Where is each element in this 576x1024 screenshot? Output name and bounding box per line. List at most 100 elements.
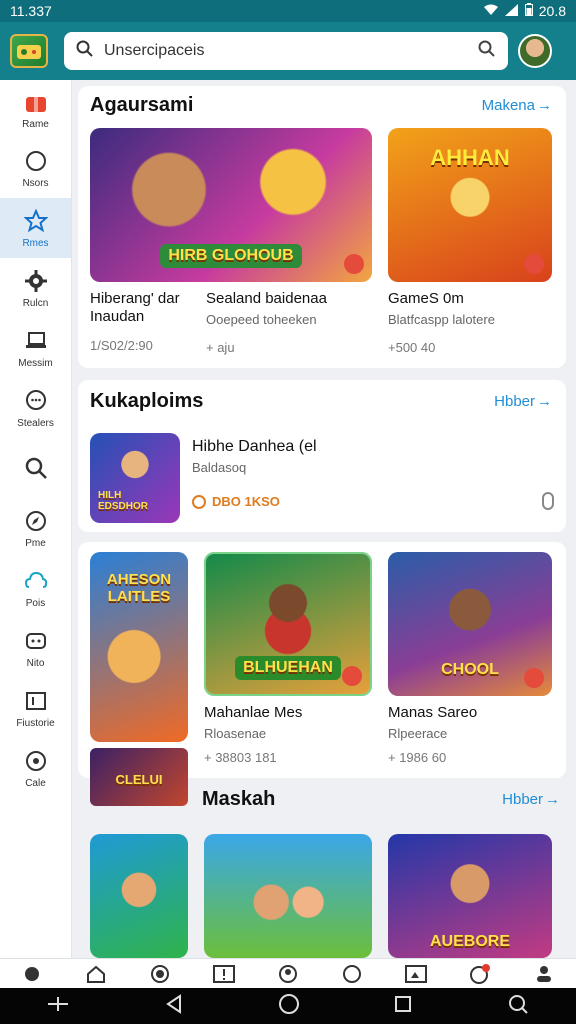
game-card[interactable]: AHHAN GameS 0m Blatfcaspp lalotere +500 … [388, 128, 552, 355]
play-badge-icon [342, 666, 362, 686]
sidebar-item-label: Cale [25, 777, 46, 789]
game-meta: DBO 1KSO [212, 494, 280, 509]
game-meta: + 1986 60 [388, 750, 447, 765]
section-featured: Agaursami Makena → HIRB GLOHOUB Hiberang'… [78, 86, 566, 368]
search-bar[interactable]: Unsercipaceis [64, 32, 508, 70]
sidebar-item-search[interactable] [0, 438, 71, 498]
game-thumbnail[interactable]: AUEBORE [388, 834, 552, 958]
search-input[interactable]: Unsercipaceis [104, 42, 468, 60]
home-icon[interactable] [85, 963, 107, 985]
account-icon[interactable] [533, 963, 555, 985]
record-icon[interactable] [149, 963, 171, 985]
game-card[interactable]: HIRB GLOHOUB Hiberang' dar Inaudan 1/S02… [90, 128, 372, 355]
game-thumbnail[interactable] [204, 834, 372, 958]
game-art-title: AHESON LAITLES [106, 571, 172, 605]
sidebar-item-rame[interactable]: Rame [0, 80, 71, 138]
search-icon[interactable] [478, 40, 496, 63]
alert-icon[interactable] [213, 963, 235, 985]
chat-icon [23, 388, 49, 414]
section-header: Maskah Hbber → [202, 788, 560, 811]
game-thumbnail[interactable]: AHHAN [388, 128, 552, 282]
status-bar: 11.337 20.8 [0, 0, 576, 22]
game-thumbnail[interactable]: AHESON LAITLES [90, 552, 188, 742]
sidebar-item-label: Pois [25, 597, 46, 609]
profile-icon[interactable] [277, 963, 299, 985]
star-icon [23, 208, 49, 234]
game-name: Manas Sareo [388, 704, 478, 721]
section-grid: AHESON LAITLES BLHUEHAN Mahanlae Mes Rlo… [78, 542, 566, 778]
rating-icon [192, 494, 206, 509]
sidebar-item-cale[interactable]: Cale [0, 738, 71, 798]
wifi-icon [483, 3, 499, 19]
laptop-icon [23, 328, 49, 354]
sidebar-item-label: Rame [22, 118, 49, 130]
sidebar-item-stealers[interactable]: Stealers [0, 378, 71, 438]
game-thumbnail[interactable]: HIRB GLOHOUB [90, 128, 372, 282]
game-name: Hibhe Danhea (el [192, 438, 317, 455]
game-art-title: CHOOL [441, 661, 499, 678]
game-thumbnail[interactable]: BLHUEHAN [204, 552, 372, 696]
notifications-icon[interactable] [469, 963, 491, 985]
game-card[interactable]: BLHUEHAN Mahanlae Mes Rloasenae + 38803 … [204, 552, 372, 765]
home-button-icon[interactable] [278, 993, 300, 1020]
app-logo[interactable] [10, 34, 48, 68]
game-art-title: HILH EDSDHOR [98, 490, 149, 512]
target-icon [23, 748, 49, 774]
media-icon[interactable] [405, 963, 427, 985]
sidebar: Rame Nsors Rmes Rulcn Messim Stealers Pm… [0, 80, 72, 958]
game-meta: 1/S02/2:90 [90, 338, 153, 353]
section-title: Kukaploims [90, 390, 204, 412]
game-art-title: HIRB GLOHOUB [160, 244, 302, 268]
battery-level: 20.8 [538, 3, 566, 19]
sidebar-item-label: Pme [25, 537, 46, 549]
sidebar-item-label: Stealers [17, 417, 54, 429]
see-more-link[interactable]: Hbber → [502, 791, 560, 808]
arrow-right-icon: → [537, 97, 552, 114]
sidebar-item-nito[interactable]: Nito [0, 618, 71, 678]
recents-icon[interactable] [394, 995, 412, 1018]
sidebar-item-nsors[interactable]: Nsors [0, 138, 71, 198]
share-icon[interactable] [47, 996, 69, 1017]
sidebar-item-label: Rmes [22, 237, 49, 249]
game-thumbnail[interactable]: HILH EDSDHOR [90, 433, 180, 523]
game-name: GameS 0m [388, 290, 464, 307]
sidebar-item-rulcn[interactable]: Rulcn [0, 258, 71, 318]
home-dot-icon[interactable] [21, 963, 43, 985]
game-meta: +500 40 [388, 340, 436, 355]
more-options-icon[interactable] [542, 492, 554, 510]
sidebar-item-rmes[interactable]: Rmes [0, 198, 71, 258]
sidebar-item-fiustorie[interactable]: Fiustorie [0, 678, 71, 738]
game-sub: Blatfcaspp lalotere [388, 312, 495, 327]
main-content: Agaursami Makena → HIRB GLOHOUB Hiberang'… [72, 80, 576, 958]
game-sub: Rloasenae [204, 726, 267, 741]
game-sub: Baldasoq [192, 460, 247, 475]
game-name: Hiberang' dar Inaudan [90, 290, 180, 325]
see-more-link[interactable]: Makena → [482, 97, 552, 114]
search-icon [23, 455, 49, 481]
assistant-search-icon[interactable] [507, 993, 529, 1020]
game-sub: Rlpeerace [388, 726, 448, 741]
sidebar-item-label: Messim [18, 357, 53, 369]
list-item[interactable]: HILH EDSDHOR Hibhe Danhea (el Baldasoq D… [90, 432, 554, 524]
avatar[interactable] [518, 34, 552, 68]
section-list: Kukaploims Hbber → HILH EDSDHOR Hibhe Dan… [78, 380, 566, 532]
game-card[interactable]: AHESON LAITLES [90, 552, 188, 742]
search-field-icon [76, 40, 94, 63]
app-bar: Unsercipaceis [0, 22, 576, 80]
sidebar-item-pme[interactable]: Pme [0, 498, 71, 558]
section-title: Maskah [202, 788, 276, 810]
game-meta: + 38803 181 [204, 750, 277, 765]
circle-icon[interactable] [341, 963, 363, 985]
game-art-title: BLHUEHAN [235, 656, 341, 680]
game-thumbnail[interactable] [90, 834, 188, 958]
game-thumbnail[interactable]: CLELUI [90, 748, 188, 806]
gift-icon [23, 89, 49, 115]
battery-icon [524, 3, 533, 19]
status-time: 11.337 [10, 3, 52, 19]
sidebar-item-pois[interactable]: Pois [0, 558, 71, 618]
see-more-link[interactable]: Hbber → [494, 393, 552, 410]
game-card[interactable]: CHOOL Manas Sareo Rlpeerace + 1986 60 [388, 552, 552, 765]
back-icon[interactable] [164, 993, 184, 1019]
game-thumbnail[interactable]: CHOOL [388, 552, 552, 696]
sidebar-item-messim[interactable]: Messim [0, 318, 71, 378]
